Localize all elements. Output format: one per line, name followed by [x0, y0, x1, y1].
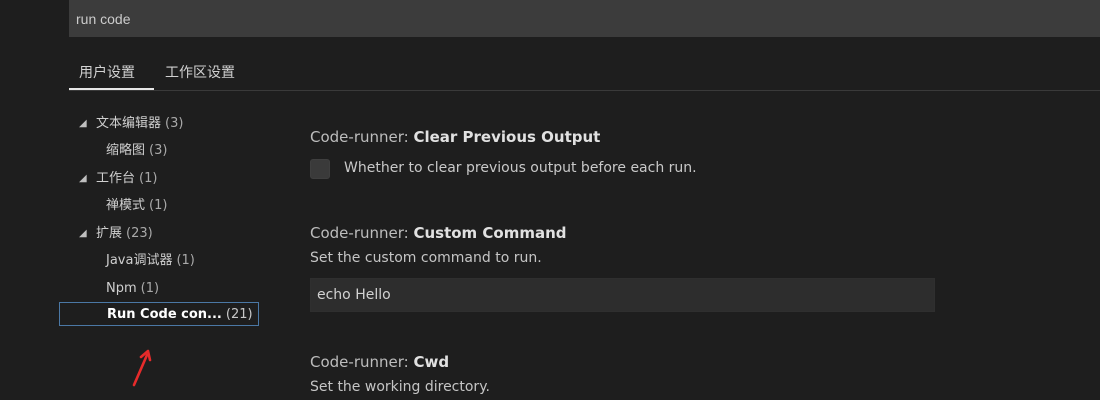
tree-item-label: 文本编辑器 [96, 116, 162, 131]
clear-output-checkbox[interactable] [310, 159, 330, 179]
tree-item-count: (1) [139, 171, 158, 186]
setting-cwd: Code-runner: Cwd Set the working directo… [310, 352, 1090, 397]
settings-search-box[interactable] [69, 0, 1100, 37]
setting-name: Clear Previous Output [413, 128, 601, 146]
tree-item-text-editor[interactable]: ◢ 文本编辑器 (3) [59, 112, 279, 136]
setting-title: Code-runner: Cwd [310, 352, 1090, 372]
setting-prefix: Code-runner: [310, 224, 414, 242]
red-arrow-icon [132, 349, 152, 387]
tree-item-zen-mode[interactable]: 禅模式 (1) [59, 194, 279, 218]
setting-description: Set the working directory. [310, 379, 490, 395]
custom-command-input[interactable] [310, 278, 935, 312]
setting-name: Cwd [413, 353, 450, 371]
checkbox-description: Whether to clear previous output before … [344, 160, 697, 176]
tree-item-label: 缩略图 [106, 143, 146, 158]
tree-item-java-debugger[interactable]: Java调试器 (1) [59, 249, 279, 273]
tree-item-label: 工作台 [96, 171, 136, 186]
setting-clear-previous-output: Code-runner: Clear Previous Output Wheth… [310, 127, 1090, 179]
expanded-triangle-icon: ◢ [79, 228, 87, 239]
tree-item-count: (3) [165, 116, 184, 131]
setting-custom-command: Code-runner: Custom Command Set the cust… [310, 223, 1090, 268]
setting-name: Custom Command [413, 224, 567, 242]
tree-item-count: (3) [149, 143, 168, 158]
search-input[interactable] [76, 0, 1100, 37]
tree-item-label: Run Code con... [107, 307, 222, 322]
tree-item-count: (1) [149, 198, 168, 213]
tree-item-minimap[interactable]: 缩略图 (3) [59, 139, 279, 163]
tree-item-workbench[interactable]: ◢ 工作台 (1) [59, 167, 279, 191]
settings-window: 用户设置 工作区设置 ◢ 文本编辑器(3) 缩略图(3) ◢ 工作台(1) 禅模… [0, 0, 1100, 400]
expanded-triangle-icon: ◢ [79, 173, 87, 184]
tree-item-count: (1) [176, 253, 195, 268]
setting-prefix: Code-runner: [310, 353, 414, 371]
tree-item-run-code-configuration[interactable]: Run Code con... (21) [59, 302, 259, 326]
setting-title: Code-runner: Custom Command [310, 223, 1090, 243]
setting-description: Set the custom command to run. [310, 250, 542, 266]
tree-item-npm[interactable]: Npm (1) [59, 277, 279, 301]
settings-tabs: 用户设置 工作区设置 [69, 55, 1100, 91]
tree-item-extensions[interactable]: ◢ 扩展 (23) [59, 222, 279, 246]
tree-item-label: 扩展 [96, 226, 123, 241]
tree-item-label: Java调试器 [106, 253, 173, 268]
tab-user-settings[interactable]: 用户设置 [79, 62, 135, 82]
settings-tree: ◢ 文本编辑器 (3) 缩略图 (3) ◢ 工作台 (1) 禅模式 (1) ◢ 扩展 (2… [59, 112, 279, 352]
tree-item-count: (1) [140, 281, 160, 296]
expanded-triangle-icon: ◢ [79, 118, 87, 129]
active-tab-indicator [69, 88, 154, 90]
checkbox-row: Whether to clear previous output before … [310, 159, 810, 181]
tree-item-count: (23) [126, 226, 153, 241]
setting-title: Code-runner: Clear Previous Output [310, 127, 1090, 147]
setting-prefix: Code-runner: [310, 128, 414, 146]
tree-item-label: 禅模式 [106, 198, 146, 213]
tree-item-count: (21) [225, 307, 253, 322]
tree-item-label: Npm [106, 281, 137, 296]
settings-content: Code-runner: Clear Previous Output Wheth… [310, 120, 1100, 400]
tab-workspace-settings[interactable]: 工作区设置 [165, 62, 235, 82]
